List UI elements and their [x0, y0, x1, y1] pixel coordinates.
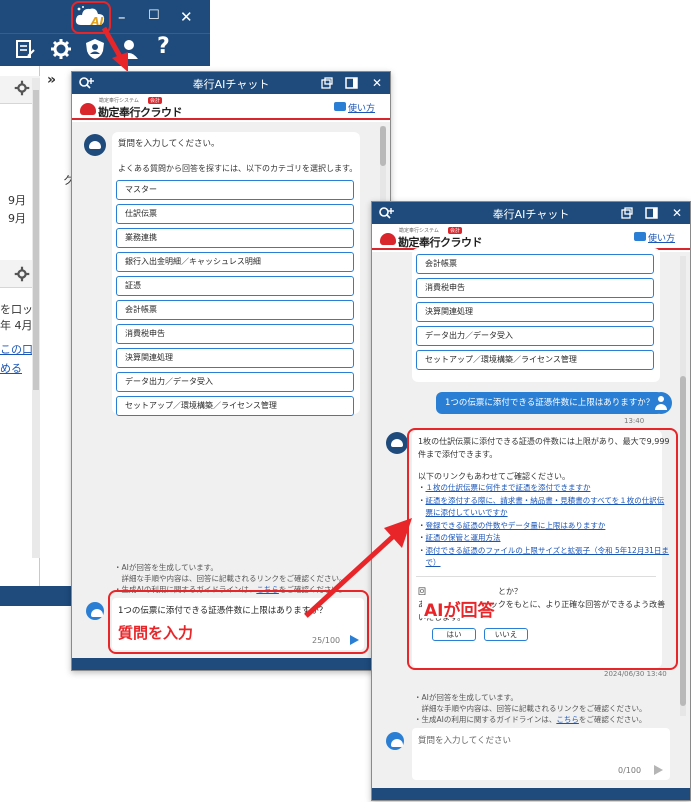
bot-avatar	[84, 134, 106, 156]
gear-icon[interactable]	[50, 38, 72, 60]
brand-logo-icon	[380, 233, 396, 245]
minimize-button[interactable]: –	[118, 8, 126, 26]
category-button-data-io[interactable]: データ出力／データ受入	[116, 372, 354, 392]
guide-icon	[634, 232, 646, 241]
category-button-closing[interactable]: 決算関連処理	[416, 302, 654, 322]
dock-panel-icon[interactable]	[645, 207, 658, 219]
input-callout-label: 質問を入力	[118, 624, 194, 642]
category-button-integration[interactable]: 業務連携	[116, 228, 354, 248]
chat-title-bar: 奉行AIチャット ✕	[72, 72, 390, 94]
popout-icon[interactable]	[621, 207, 633, 219]
chat-scrollbar[interactable]	[680, 256, 686, 716]
popout-icon[interactable]	[321, 77, 333, 89]
brand-logo-icon	[80, 103, 96, 115]
category-button-tax[interactable]: 消費税申告	[416, 278, 654, 298]
chat-input-avatar	[386, 732, 404, 750]
category-button-data-io[interactable]: データ出力／データ受入	[416, 326, 654, 346]
logo-subtitle: 勘定奉行システム	[99, 98, 139, 104]
answer-timestamp: 2024/06/30 13:40	[604, 670, 667, 678]
category-button-setup[interactable]: セットアップ／環境構築／ライセンス管理	[116, 396, 354, 416]
user-avatar	[650, 392, 672, 414]
chat-input-area: 質問を入力してください 0/100	[372, 724, 690, 788]
disclaimer-line: ・生成AIの利用に関するガイドラインは、	[414, 715, 557, 724]
logo-product-name: 勘定奉行クラウド	[98, 106, 183, 119]
category-button-closing[interactable]: 決算関連処理	[116, 348, 354, 368]
list-edit-icon[interactable]	[14, 38, 36, 60]
maximize-button[interactable]: ☐	[148, 8, 160, 23]
answer-highlight-box	[407, 428, 678, 670]
answer-arrow-icon	[304, 518, 412, 618]
logo-tag: 会計	[448, 227, 463, 234]
main-area: » ク	[41, 66, 74, 586]
date-text: 9月	[8, 194, 26, 207]
guideline-link[interactable]: こちら	[556, 715, 579, 724]
left-panel-scrollbar[interactable]	[32, 78, 40, 558]
panel-gear-icon[interactable]	[14, 80, 30, 96]
bot-message-bubble: 会計帳票 消費税申告 決算関連処理 データ出力／データ受入 セットアップ／環境構…	[412, 248, 660, 382]
bot-message-bubble: 質問を入力してください。 よくある質問から回答を探すには、以下のカテゴリを選択し…	[112, 132, 360, 416]
logo-subtitle: 勘定奉行システム	[399, 228, 439, 234]
greeting-text: 質問を入力してください。	[118, 139, 220, 149]
notice-text: 年 4月	[0, 319, 33, 332]
category-button-ledger[interactable]: 会計帳票	[116, 300, 354, 320]
notice-link[interactable]: この口	[0, 341, 33, 357]
brand-bar: 勘定奉行システム 勘定奉行クラウド 会計 使い方	[72, 94, 390, 120]
notice-link[interactable]: める	[0, 360, 22, 376]
chat-footer	[372, 788, 690, 800]
user-message-bubble: 1つの伝票に添付できる証憑件数に上限はありますか？	[436, 392, 664, 414]
category-intro-text: よくある質問から回答を探すには、以下のカテゴリを選択します。	[118, 164, 358, 173]
category-button-journal[interactable]: 仕訳伝票	[116, 204, 354, 224]
chat-title: 奉行AIチャット	[492, 208, 570, 221]
disclaimer-line: をご確認ください。	[578, 715, 647, 724]
category-button-bank[interactable]: 銀行入出金明細／キャッシュレス明細	[116, 252, 354, 272]
send-icon[interactable]	[654, 765, 663, 775]
dock-panel-icon[interactable]	[345, 77, 358, 89]
close-chat-icon[interactable]: ✕	[672, 205, 682, 221]
char-counter: 0/100	[618, 766, 642, 775]
notice-text: を口ッ	[0, 303, 33, 316]
chat-title: 奉行AIチャット	[192, 78, 270, 91]
category-button-setup[interactable]: セットアップ／環境構築／ライセンス管理	[416, 350, 654, 370]
category-button-tax[interactable]: 消費税申告	[116, 324, 354, 344]
close-chat-icon[interactable]: ✕	[372, 75, 382, 91]
bot-avatar	[386, 432, 408, 454]
ai-disclaimer: ・AIが回答を生成しています。 詳細な手順や内容は、回答に記載されるリンクをご確…	[414, 692, 647, 725]
category-button-voucher[interactable]: 証憑	[116, 276, 354, 296]
message-timestamp: 13:40	[624, 417, 645, 425]
category-button-ledger[interactable]: 会計帳票	[416, 254, 654, 274]
launch-arrow-icon	[101, 26, 128, 72]
logo-tag: 会計	[148, 97, 163, 104]
panel-gear-icon[interactable]	[14, 266, 30, 282]
guide-icon	[334, 102, 346, 111]
disclaimer-line: ・AIが回答を生成しています。	[414, 693, 518, 702]
expand-chevron[interactable]: »	[47, 72, 56, 88]
date-text: 9月	[8, 212, 26, 225]
chat-input-avatar	[86, 602, 104, 620]
help-icon[interactable]: ?	[157, 34, 170, 59]
usage-guide-link[interactable]: 使い方	[348, 101, 375, 114]
usage-guide-link[interactable]: 使い方	[648, 231, 675, 244]
disclaimer-line: 詳細な手順や内容は、回答に記載されるリンクをご確認ください。	[414, 704, 647, 713]
question-input[interactable]: 質問を入力してください 0/100	[412, 728, 670, 780]
brand-bar: 勘定奉行システム 勘定奉行クラウド 会計 使い方	[372, 224, 690, 250]
answer-callout-label: AIが回答	[424, 601, 495, 621]
chat-footer	[72, 658, 390, 670]
question-input-placeholder: 質問を入力してください	[418, 736, 511, 746]
close-button[interactable]: ✕	[180, 8, 193, 26]
chat-title-bar: 奉行AIチャット ✕	[372, 202, 690, 224]
category-button-master[interactable]: マスター	[116, 180, 354, 200]
